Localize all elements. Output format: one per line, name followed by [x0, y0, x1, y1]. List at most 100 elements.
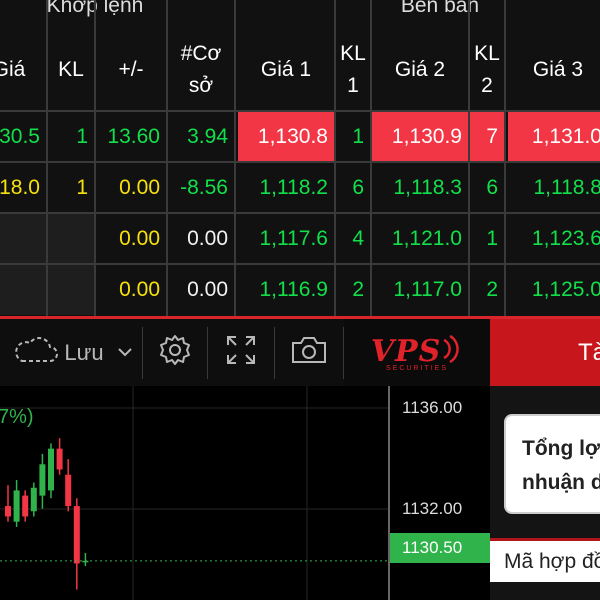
cell-ask1[interactable]: 1,117.6	[238, 214, 334, 264]
cell-ask3[interactable]: 1,123.6	[508, 214, 600, 264]
signal-arc-icon	[441, 334, 463, 369]
cell-basis: 0.00	[187, 227, 228, 250]
total-profit-card[interactable]: Tổng lợi nhuận dự	[504, 414, 600, 514]
cell-ask2[interactable]: 1,121.0	[372, 214, 468, 264]
cell-volume	[48, 214, 94, 264]
right-tab[interactable]: Tà	[490, 319, 600, 386]
column-divider	[468, 0, 470, 316]
candle-body	[5, 506, 11, 517]
col-header-change: +/-	[118, 58, 144, 81]
vps-logo: VPS SECURITIES	[344, 319, 490, 386]
price-board: Khớp lệnh Bên bán Giá KL +/- #Cơ sở Giá …	[0, 0, 600, 316]
cell-ask2[interactable]: 1,117.0	[372, 265, 468, 315]
column-divider	[334, 0, 336, 316]
candle-body	[48, 448, 54, 491]
col-header-ask-vol1: KL 1	[340, 42, 366, 97]
cell-price[interactable]: 1,130.5	[0, 112, 46, 162]
order-panel: Tổng lợi nhuận dự Mã hợp đồng	[490, 386, 600, 600]
column-divider	[94, 0, 96, 316]
column-divider	[234, 0, 236, 316]
cell-change: 0.00	[119, 227, 160, 250]
toolbar-separator	[142, 327, 143, 379]
cell-ask-vol1: 2	[352, 278, 364, 301]
col-header-price: Giá	[0, 58, 26, 81]
candle-body	[39, 464, 46, 496]
cell-price	[0, 214, 46, 264]
toolbar-separator	[207, 327, 208, 379]
cell-volume	[48, 265, 94, 315]
settings-button[interactable]	[144, 319, 206, 386]
save-label: Lưu	[64, 339, 104, 365]
col-header-basis: #Cơ sở	[180, 42, 222, 97]
cell-ask-vol2: 1	[486, 227, 498, 250]
candle-body	[30, 487, 37, 512]
row-divider	[0, 161, 600, 163]
profit-card-line2: nhuận dự	[522, 471, 600, 494]
chart-toolbar: Lưu VPS SECURITIES Tà	[0, 316, 600, 386]
cell-price	[0, 265, 46, 315]
candle-body	[13, 490, 20, 522]
group-header-sell: Bên bán	[400, 0, 480, 17]
toolbar-separator	[274, 327, 275, 379]
cell-ask3[interactable]: 1,125.0	[508, 265, 600, 315]
cell-change: 0.00	[119, 278, 160, 301]
fullscreen-icon	[225, 334, 257, 371]
cell-ask3[interactable]: 1,131.0	[508, 112, 600, 162]
cell-ask-vol1: 6	[352, 176, 364, 199]
chevron-down-icon	[117, 344, 132, 362]
save-layout-button[interactable]: Lưu	[4, 319, 140, 386]
row-divider	[0, 110, 600, 112]
cell-ask3[interactable]: 1,118.8	[508, 163, 600, 213]
screenshot-button[interactable]	[276, 319, 342, 386]
col-header-ask-vol2: KL 2	[474, 42, 500, 97]
column-divider	[504, 0, 506, 316]
cell-ask2[interactable]: 1,118.3	[372, 163, 468, 213]
contract-code-label: Mã hợp đồng	[490, 538, 600, 582]
candle-body	[22, 495, 29, 517]
cloud-icon	[12, 335, 59, 370]
fullscreen-button[interactable]	[209, 319, 273, 386]
camera-icon	[290, 335, 328, 370]
percent-change-fragment: 7%)	[0, 406, 34, 428]
candle-body	[73, 506, 80, 564]
col-header-ask1: Giá 1	[260, 58, 312, 81]
candle-body	[65, 474, 72, 507]
cell-ask2[interactable]: 1,130.9	[372, 112, 468, 162]
profit-card-line1: Tổng lợi	[522, 437, 600, 460]
cell-price[interactable]: 1,118.0	[0, 163, 46, 213]
last-price-tag: 1130.50	[390, 533, 492, 563]
axis-label: 1136.00	[402, 398, 463, 417]
axis-label: 1132.00	[402, 499, 463, 518]
cell-ask1[interactable]: 1,116.9	[238, 265, 334, 315]
vps-logo-text: VPS	[370, 333, 442, 369]
cell-change: 0.00	[119, 176, 160, 199]
col-header-ask2: Giá 2	[394, 58, 446, 81]
cell-ask-vol2: 7	[470, 112, 504, 162]
col-header-volume: KL	[58, 58, 84, 81]
cell-ask-vol2: 2	[486, 278, 498, 301]
cell-ask-vol1: 1	[352, 125, 364, 148]
row-divider	[0, 263, 600, 265]
row-divider	[0, 212, 600, 214]
cell-basis: -8.56	[180, 176, 228, 199]
cell-volume: 1	[76, 125, 88, 148]
price-axis[interactable]: 1136.00 1132.00 1130.50	[388, 386, 492, 600]
cell-ask1[interactable]: 1,118.2	[238, 163, 334, 213]
candles-group	[5, 438, 89, 590]
column-divider	[46, 0, 48, 316]
cell-volume: 1	[76, 176, 88, 199]
candlestick-chart[interactable]	[0, 386, 388, 600]
candle-body	[56, 448, 63, 470]
column-divider	[370, 0, 372, 316]
cell-ask1[interactable]: 1,130.8	[238, 112, 334, 162]
right-tab-label: Tà	[578, 338, 600, 366]
cell-basis: 0.00	[187, 278, 228, 301]
cell-change: 13.60	[107, 125, 160, 148]
col-header-ask3: Giá 3	[532, 58, 584, 81]
gear-icon	[158, 333, 192, 372]
cell-basis: 3.94	[187, 125, 228, 148]
cell-ask-vol1: 4	[352, 227, 364, 250]
cell-ask-vol2: 6	[486, 176, 498, 199]
column-divider	[166, 0, 168, 316]
vps-logo-subtext: SECURITIES	[385, 364, 448, 372]
